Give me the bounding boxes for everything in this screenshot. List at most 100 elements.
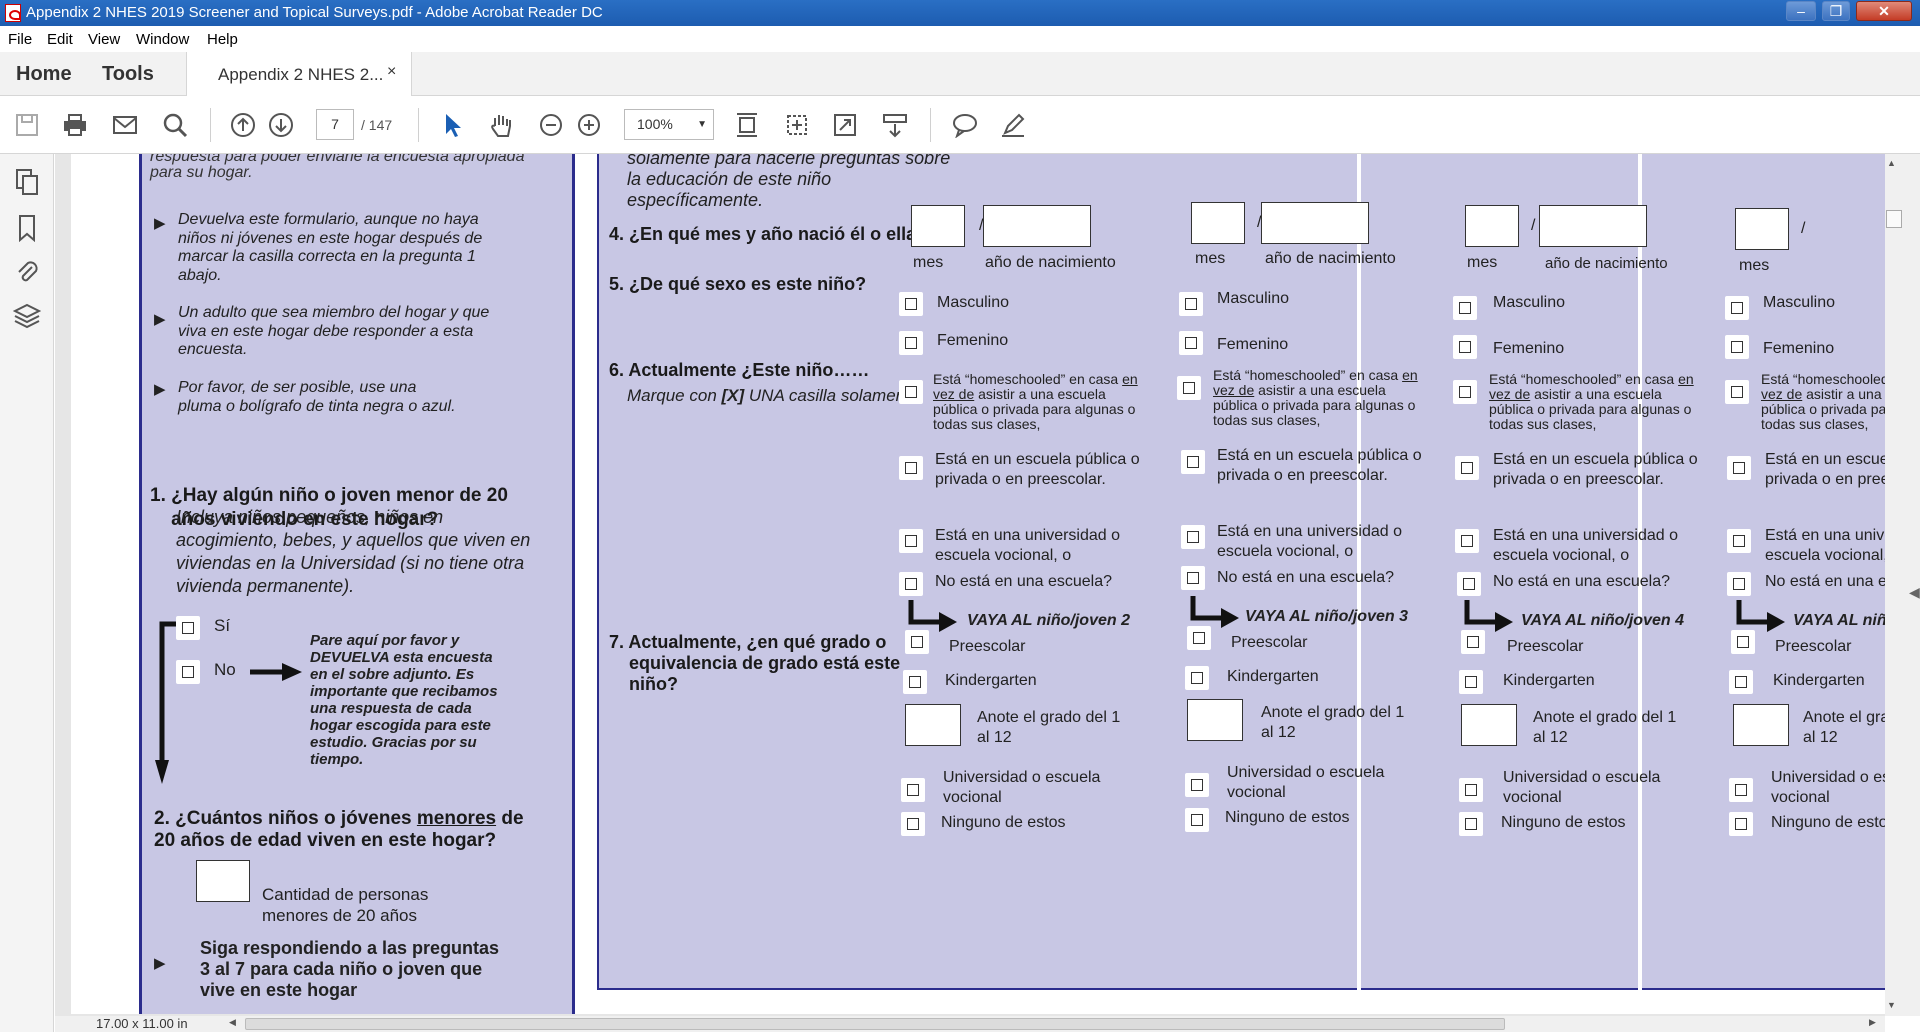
highlight-pen-icon[interactable] bbox=[1000, 112, 1026, 138]
checkbox-vocacional[interactable] bbox=[1185, 773, 1209, 797]
birth-month-input[interactable] bbox=[1465, 205, 1519, 247]
birth-month-input[interactable] bbox=[1735, 208, 1789, 250]
scroll-left-icon[interactable]: ◀ bbox=[229, 1017, 236, 1028]
checkbox-homeschool[interactable] bbox=[1177, 376, 1201, 400]
checkbox-publica[interactable] bbox=[1455, 456, 1479, 480]
checkbox-no-escuela[interactable] bbox=[899, 572, 923, 596]
checkbox-vocacional[interactable] bbox=[901, 778, 925, 802]
checkbox-publica[interactable] bbox=[1727, 456, 1751, 480]
menu-file[interactable]: File bbox=[8, 31, 32, 48]
checkbox-vocacional[interactable] bbox=[1729, 778, 1753, 802]
minimize-button[interactable]: – bbox=[1786, 1, 1816, 21]
checkbox-preescolar[interactable] bbox=[1461, 630, 1485, 654]
full-screen-icon[interactable] bbox=[832, 112, 858, 138]
tab-tools[interactable]: Tools bbox=[102, 63, 154, 86]
checkbox-ninguno[interactable] bbox=[1185, 808, 1209, 832]
checkbox-si[interactable] bbox=[176, 616, 200, 640]
select-cursor-icon[interactable] bbox=[440, 112, 466, 138]
checkbox-no-escuela[interactable] bbox=[1727, 572, 1751, 596]
attachment-icon[interactable] bbox=[13, 258, 41, 286]
checkbox-kindergarten[interactable] bbox=[1729, 670, 1753, 694]
close-button[interactable]: ✕ bbox=[1856, 1, 1912, 21]
bullet-arrow-icon: ▶ bbox=[154, 311, 166, 328]
previous-page-icon[interactable] bbox=[230, 112, 256, 138]
tab-close-icon[interactable]: × bbox=[387, 63, 396, 81]
page-thumbnails-icon[interactable] bbox=[13, 168, 41, 196]
page-number-input[interactable]: 7 bbox=[316, 109, 354, 140]
checkbox-masculino[interactable] bbox=[1725, 296, 1749, 320]
checkbox-femenino[interactable] bbox=[1725, 335, 1749, 359]
children-count-input[interactable] bbox=[196, 860, 250, 902]
save-icon[interactable] bbox=[14, 112, 40, 138]
scroll-down-icon[interactable]: ▼ bbox=[1887, 1000, 1896, 1010]
menu-window[interactable]: Window bbox=[136, 31, 189, 48]
grade-input[interactable] bbox=[905, 704, 961, 746]
birth-month-input[interactable] bbox=[911, 205, 965, 247]
rotate-view-icon[interactable] bbox=[784, 112, 810, 138]
checkbox-masculino[interactable] bbox=[899, 292, 923, 316]
maximize-button[interactable]: ❐ bbox=[1822, 1, 1850, 21]
checkbox-publica[interactable] bbox=[899, 456, 923, 480]
zoom-select[interactable]: 100% ▼ bbox=[624, 109, 714, 140]
checkbox-femenino[interactable] bbox=[899, 331, 923, 355]
scroll-up-icon[interactable]: ▲ bbox=[1887, 158, 1896, 168]
scrollbar-thumb[interactable] bbox=[1886, 210, 1902, 228]
checkbox-universidad[interactable] bbox=[899, 529, 923, 553]
checkbox-preescolar[interactable] bbox=[1187, 626, 1211, 650]
checkbox-universidad[interactable] bbox=[1181, 525, 1205, 549]
checkbox-femenino[interactable] bbox=[1179, 331, 1203, 355]
zoom-out-icon[interactable] bbox=[538, 112, 564, 138]
search-icon[interactable] bbox=[162, 112, 188, 138]
tab-home[interactable]: Home bbox=[16, 63, 72, 86]
comment-icon[interactable] bbox=[952, 112, 978, 139]
checkbox-homeschool[interactable] bbox=[1453, 380, 1477, 404]
menu-edit[interactable]: Edit bbox=[47, 31, 73, 48]
email-icon[interactable] bbox=[112, 112, 138, 138]
checkbox-preescolar[interactable] bbox=[905, 630, 929, 654]
fit-page-icon[interactable] bbox=[734, 112, 760, 138]
checkbox-homeschool[interactable] bbox=[1725, 380, 1749, 404]
birth-year-input[interactable] bbox=[1261, 202, 1369, 244]
print-icon[interactable] bbox=[62, 112, 88, 138]
hscroll-thumb[interactable] bbox=[245, 1018, 1505, 1030]
grade-input[interactable] bbox=[1461, 704, 1517, 746]
checkbox-kindergarten[interactable] bbox=[903, 670, 927, 694]
bookmark-icon[interactable] bbox=[13, 214, 41, 243]
horizontal-scrollbar[interactable]: ◀ ▶ bbox=[55, 1016, 1885, 1032]
menu-view[interactable]: View bbox=[88, 31, 120, 48]
collapse-right-pane-icon[interactable]: ◀ bbox=[1909, 584, 1920, 601]
checkbox-universidad[interactable] bbox=[1455, 529, 1479, 553]
checkbox-ninguno[interactable] bbox=[1729, 812, 1753, 836]
checkbox-preescolar[interactable] bbox=[1731, 630, 1755, 654]
checkbox-publica[interactable] bbox=[1181, 450, 1205, 474]
checkbox-ninguno[interactable] bbox=[901, 812, 925, 836]
zoom-in-icon[interactable] bbox=[576, 112, 602, 138]
checkbox-vocacional[interactable] bbox=[1459, 778, 1483, 802]
page-size-label: 17.00 x 11.00 in bbox=[96, 1016, 188, 1031]
checkbox-masculino[interactable] bbox=[1453, 296, 1477, 320]
checkbox-masculino[interactable] bbox=[1179, 292, 1203, 316]
scroll-right-icon[interactable]: ▶ bbox=[1869, 1017, 1876, 1028]
birth-year-input[interactable] bbox=[983, 205, 1091, 247]
checkbox-femenino[interactable] bbox=[1453, 335, 1477, 359]
layers-icon[interactable] bbox=[12, 302, 42, 330]
checkbox-kindergarten[interactable] bbox=[1185, 666, 1209, 690]
menu-help[interactable]: Help bbox=[207, 31, 238, 48]
checkbox-no-escuela[interactable] bbox=[1457, 572, 1481, 596]
scroll-mode-icon[interactable] bbox=[882, 112, 908, 138]
checkbox-ninguno[interactable] bbox=[1459, 812, 1483, 836]
birth-month-input[interactable] bbox=[1191, 202, 1245, 244]
next-page-icon[interactable] bbox=[268, 112, 294, 138]
checkbox-universidad[interactable] bbox=[1727, 529, 1751, 553]
checkbox-kindergarten[interactable] bbox=[1459, 670, 1483, 694]
tab-document[interactable]: Appendix 2 NHES 2... × bbox=[186, 52, 412, 96]
grade-input[interactable] bbox=[1733, 704, 1789, 746]
grade-input[interactable] bbox=[1187, 699, 1243, 741]
checkbox-homeschool[interactable] bbox=[899, 380, 923, 404]
checkbox-no[interactable] bbox=[176, 660, 200, 684]
birth-year-input[interactable] bbox=[1539, 205, 1647, 247]
checkbox-no-escuela[interactable] bbox=[1181, 566, 1205, 590]
document-viewport[interactable]: respuesta para poder enviarle la encuest… bbox=[55, 154, 1885, 1016]
hand-tool-icon[interactable] bbox=[488, 112, 514, 138]
vertical-scrollbar[interactable]: ▲ ◀ ▼ bbox=[1885, 154, 1920, 1016]
